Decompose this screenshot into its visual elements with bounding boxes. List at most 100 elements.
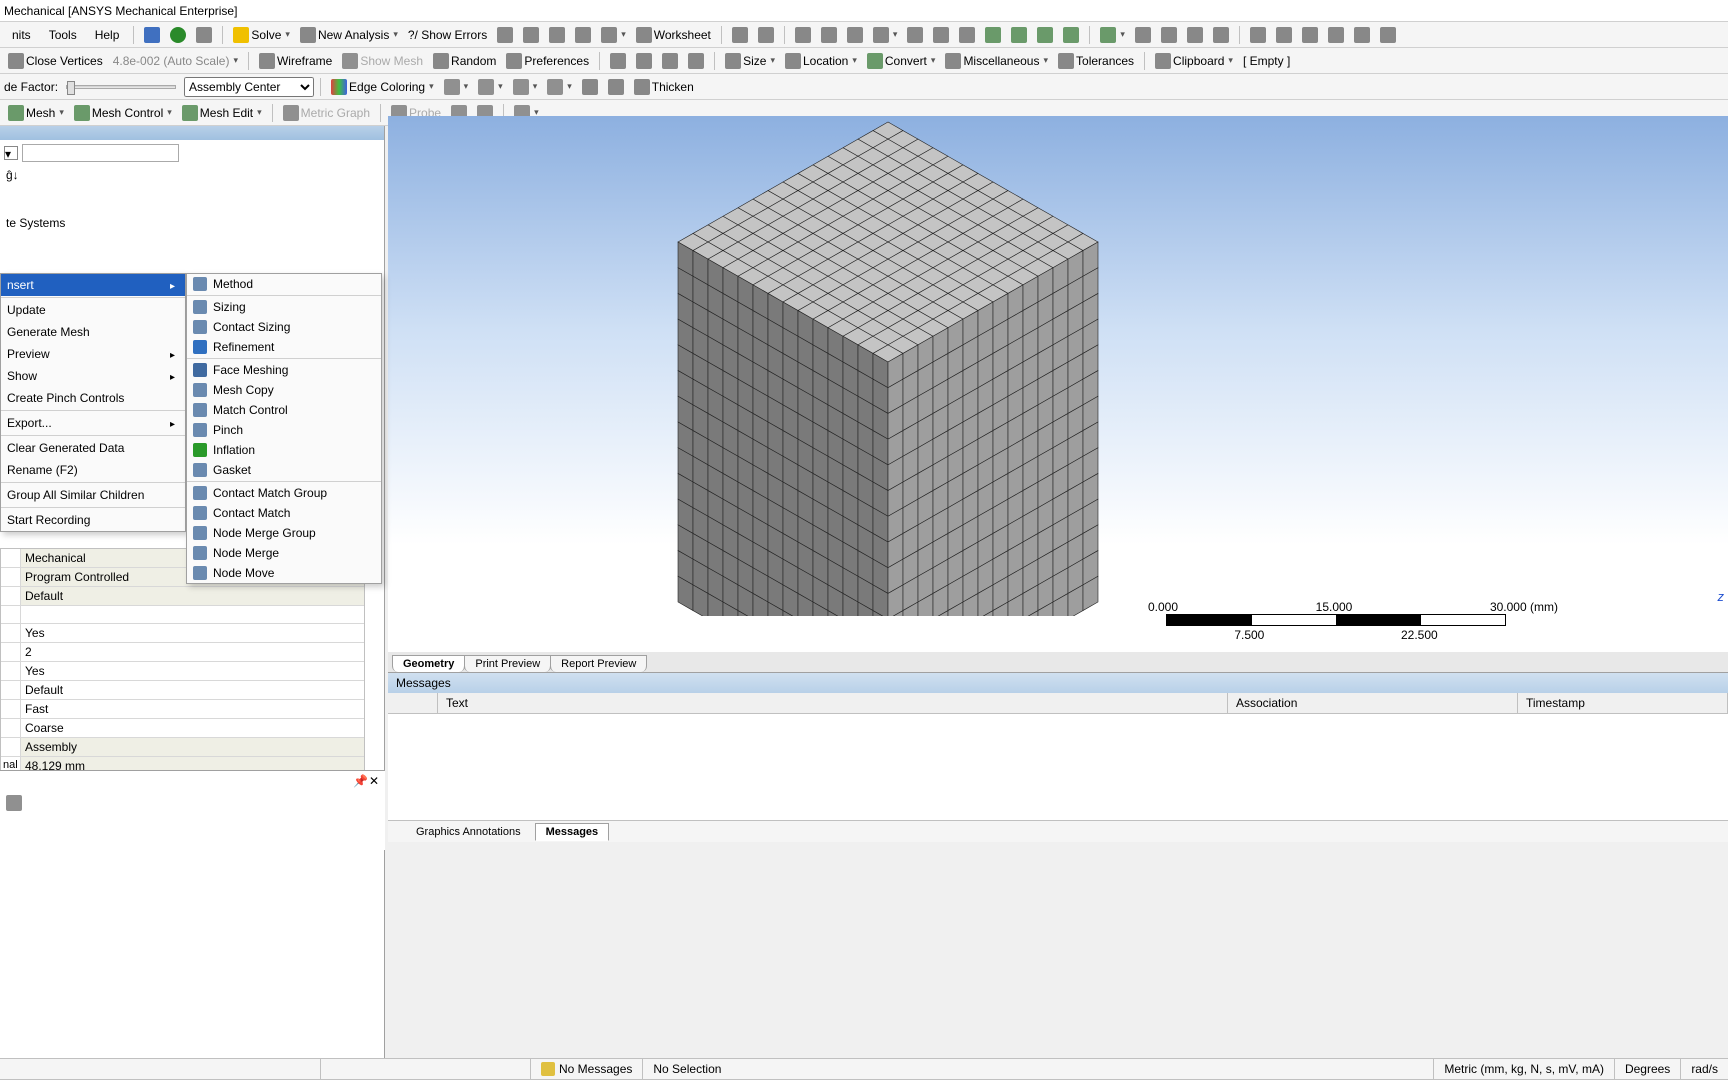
sel-edge[interactable]: [817, 25, 841, 45]
sub-method[interactable]: Method: [187, 274, 381, 294]
tb2-i1[interactable]: [606, 51, 630, 71]
solve-button[interactable]: Solve: [229, 25, 294, 45]
autoscale-dropdown[interactable]: 4.8e-002 (Auto Scale): [109, 52, 242, 70]
tb2-i2[interactable]: [632, 51, 656, 71]
ctx-clear[interactable]: Clear Generated Data: [1, 437, 185, 459]
worksheet-button[interactable]: Worksheet: [632, 25, 715, 45]
view-prev[interactable]: [1324, 25, 1348, 45]
ec-2[interactable]: [474, 77, 507, 97]
sub-gasket[interactable]: Gasket: [187, 460, 381, 480]
sub-refinement[interactable]: Refinement: [187, 337, 381, 357]
show-errors-button[interactable]: ?/ Show Errors: [404, 26, 491, 44]
filter-dropdown[interactable]: ▾: [4, 146, 18, 160]
menu-tools[interactable]: Tools: [41, 26, 85, 44]
view-iso[interactable]: [1096, 25, 1129, 45]
view-iso2[interactable]: [1376, 25, 1400, 45]
sort-button[interactable]: ĝ↓: [0, 166, 384, 184]
tab-report-preview[interactable]: Report Preview: [550, 655, 647, 672]
btn-save[interactable]: [140, 25, 164, 45]
ctx-rename[interactable]: Rename (F2): [1, 459, 185, 481]
sel-elem[interactable]: [929, 25, 953, 45]
ctx-show[interactable]: Show: [1, 365, 185, 387]
wireframe-button[interactable]: Wireframe: [255, 51, 336, 71]
sel-body[interactable]: [869, 25, 902, 45]
random-button[interactable]: Random: [429, 51, 500, 71]
tree-item-systems[interactable]: te Systems: [6, 214, 378, 232]
col-timestamp[interactable]: Timestamp: [1518, 693, 1728, 713]
view-rotate[interactable]: [1131, 25, 1155, 45]
ctx-create-pinch[interactable]: Create Pinch Controls: [1, 387, 185, 409]
tab-graphics-annotations[interactable]: Graphics Annotations: [406, 824, 531, 840]
sub-match-control[interactable]: Match Control: [187, 400, 381, 420]
sel-face[interactable]: [843, 25, 867, 45]
view-zoom[interactable]: [1183, 25, 1207, 45]
sub-sizing[interactable]: Sizing: [187, 297, 381, 317]
mesh-dropdown[interactable]: Mesh: [4, 103, 68, 123]
tool1-icon[interactable]: [6, 795, 22, 811]
assembly-center-select[interactable]: Assembly Center: [184, 77, 314, 97]
sub-node-merge[interactable]: Node Merge: [187, 543, 381, 563]
clipboard-dropdown[interactable]: Clipboard: [1151, 51, 1237, 71]
ctx-start-recording[interactable]: Start Recording: [1, 509, 185, 531]
sub-face-meshing[interactable]: Face Meshing: [187, 360, 381, 380]
menu-units[interactable]: nits: [4, 26, 39, 44]
tolerances-button[interactable]: Tolerances: [1054, 51, 1138, 71]
close-icon[interactable]: ✕: [369, 774, 381, 786]
ec-bar[interactable]: [604, 77, 628, 97]
sel-multi[interactable]: [1007, 25, 1031, 45]
sub-inflation[interactable]: Inflation: [187, 440, 381, 460]
new-analysis-button[interactable]: New Analysis: [296, 25, 402, 45]
sub-node-merge-group[interactable]: Node Merge Group: [187, 523, 381, 543]
node-factor-slider[interactable]: [66, 85, 176, 89]
sub-contact-match[interactable]: Contact Match: [187, 503, 381, 523]
ctx-group-all[interactable]: Group All Similar Children: [1, 484, 185, 506]
sel-box[interactable]: [955, 25, 979, 45]
btn-check[interactable]: [166, 25, 190, 45]
view-mag2[interactable]: [1272, 25, 1296, 45]
view-mag1[interactable]: [1246, 25, 1270, 45]
tb-icon-3[interactable]: [545, 25, 569, 45]
outline-search-input[interactable]: [22, 144, 179, 162]
tb-icon-1[interactable]: [493, 25, 517, 45]
tab-messages[interactable]: Messages: [535, 823, 610, 841]
mesh-control-dropdown[interactable]: Mesh Control: [70, 103, 176, 123]
ctx-generate-mesh[interactable]: Generate Mesh: [1, 321, 185, 343]
view-zoombox[interactable]: [1209, 25, 1233, 45]
btn-fit[interactable]: [192, 25, 216, 45]
tb-icon-4[interactable]: [571, 25, 595, 45]
ec-4[interactable]: [543, 77, 576, 97]
sub-contact-sizing[interactable]: Contact Sizing: [187, 317, 381, 337]
tb-icon-2[interactable]: [519, 25, 543, 45]
view-pan[interactable]: [1157, 25, 1181, 45]
col-text[interactable]: Text: [438, 693, 1228, 713]
sel-cursor[interactable]: [728, 25, 752, 45]
ctx-preview[interactable]: Preview: [1, 343, 185, 365]
sel-single[interactable]: [981, 25, 1005, 45]
pin-icon[interactable]: 📌: [353, 774, 365, 786]
location-dropdown[interactable]: Location: [781, 51, 861, 71]
col-association[interactable]: Association: [1228, 693, 1518, 713]
sel-node[interactable]: [903, 25, 927, 45]
graphics-viewport[interactable]: z 0.000 15.000 30.000 (mm) 7.500 22.500: [388, 116, 1728, 652]
ec-3[interactable]: [509, 77, 542, 97]
show-mesh-button[interactable]: Show Mesh: [338, 51, 427, 71]
close-vertices-button[interactable]: Close Vertices: [4, 51, 107, 71]
edge-coloring-dropdown[interactable]: Edge Coloring: [327, 77, 438, 97]
tb-icon-5[interactable]: [597, 25, 630, 45]
tb2-i4[interactable]: [684, 51, 708, 71]
thicken-button[interactable]: Thicken: [630, 77, 698, 97]
ctx-insert[interactable]: nsert: [1, 274, 185, 296]
sel-tag[interactable]: [754, 25, 778, 45]
view-fit2[interactable]: [1298, 25, 1322, 45]
view-look[interactable]: [1350, 25, 1374, 45]
sub-pinch[interactable]: Pinch: [187, 420, 381, 440]
ec-arrow[interactable]: [578, 77, 602, 97]
sel-adj[interactable]: [1033, 25, 1057, 45]
ctx-export[interactable]: Export...: [1, 412, 185, 434]
ctx-update[interactable]: Update: [1, 299, 185, 321]
misc-dropdown[interactable]: Miscellaneous: [941, 51, 1052, 71]
menu-help[interactable]: Help: [87, 26, 128, 44]
tab-print-preview[interactable]: Print Preview: [464, 655, 551, 672]
sub-node-move[interactable]: Node Move: [187, 563, 381, 583]
tb2-i3[interactable]: [658, 51, 682, 71]
